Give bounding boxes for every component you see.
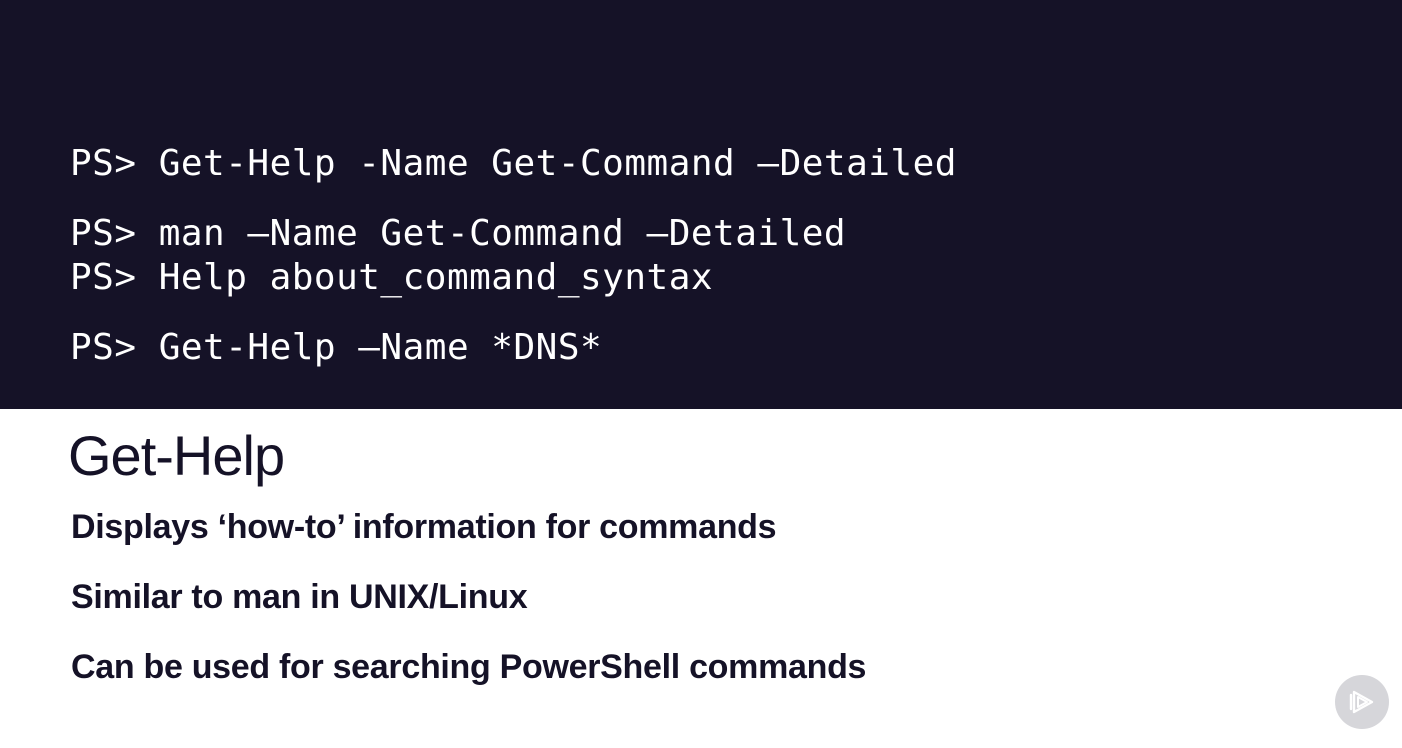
play-logo-glyph <box>1349 690 1374 714</box>
code-panel: PS> Get-Help -Name Get-Command –Detailed… <box>0 0 1402 409</box>
bullet-item-displays-how-to: Displays ‘how-to’ information for comman… <box>71 508 777 546</box>
bullet-item-similar-to-man: Similar to man in UNIX/Linux <box>71 578 528 616</box>
slide-title: Get-Help <box>68 424 285 487</box>
code-line-man-detailed: PS> man –Name Get-Command –Detailed <box>70 213 847 254</box>
play-logo-icon <box>1335 675 1389 729</box>
bullet-item-searching-commands: Can be used for searching PowerShell com… <box>71 648 867 686</box>
code-line-help-about-syntax: PS> Help about_command_syntax <box>70 257 714 298</box>
code-line-get-help-detailed: PS> Get-Help -Name Get-Command –Detailed <box>70 143 957 184</box>
code-line-get-help-dns: PS> Get-Help –Name *DNS* <box>70 327 603 368</box>
slide: PS> Get-Help -Name Get-Command –Detailed… <box>0 0 1402 748</box>
